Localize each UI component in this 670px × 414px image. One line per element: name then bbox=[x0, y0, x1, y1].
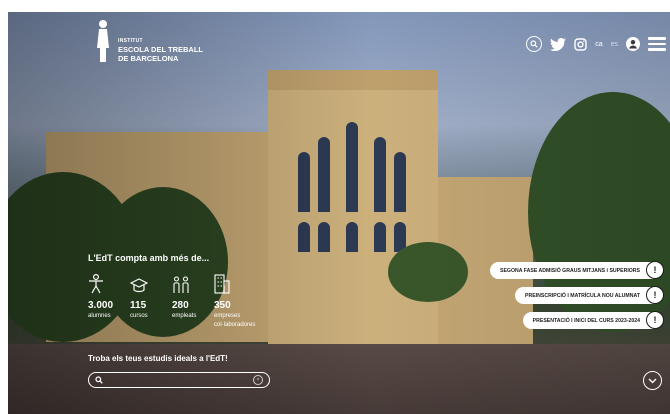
notice-admission[interactable]: SEGONA FASE ADMISIÓ GRAUS MITJANS i SUPE… bbox=[490, 261, 664, 279]
stat-label: alumnes bbox=[88, 313, 111, 319]
logo-line-institut: INSTITUT bbox=[118, 38, 143, 44]
notice-label: SEGONA FASE ADMISIÓ GRAUS MITJANS i SUPE… bbox=[500, 267, 640, 274]
stats-heading: L'EdT compta amb més de... bbox=[88, 253, 210, 263]
search-heading: Troba els teus estudis ideals a l'EdT! bbox=[88, 354, 228, 363]
study-search-input[interactable] bbox=[108, 375, 253, 385]
stats-row: 3.000 alumnes 115 cursos 280 empleats 35… bbox=[88, 272, 276, 329]
alert-icon: ! bbox=[646, 311, 664, 329]
alert-icon: ! bbox=[646, 286, 664, 304]
language-ca[interactable]: ca bbox=[595, 41, 602, 48]
stat-value: 115 bbox=[130, 300, 147, 311]
stat-label: cursos bbox=[130, 313, 148, 319]
stat-value: 280 bbox=[172, 300, 189, 311]
search-icon[interactable] bbox=[526, 36, 543, 52]
scroll-down-button[interactable] bbox=[643, 371, 662, 390]
language-es[interactable]: es bbox=[611, 41, 618, 48]
stat-value: 3.000 bbox=[88, 300, 114, 311]
header-toolbar: ca es bbox=[526, 36, 670, 52]
notice-course-start[interactable]: PRESENTACIÓ I INICI DEL CURS 2023-2024 ! bbox=[522, 311, 664, 329]
logo-line-name: ESCOLA DEL TREBALL bbox=[118, 45, 204, 54]
notice-label: PRESENTACIÓ I INICI DEL CURS 2023-2024 bbox=[532, 317, 640, 324]
stat-label: empreses bbox=[214, 313, 241, 319]
building-icon bbox=[214, 274, 230, 294]
people-icon bbox=[173, 276, 189, 293]
user-icon[interactable] bbox=[626, 37, 640, 51]
chevron-down-icon bbox=[648, 378, 657, 383]
alert-icon: ! bbox=[646, 261, 664, 279]
stat-label-2: col·laboradores bbox=[214, 322, 256, 328]
stat-value: 350 bbox=[214, 300, 231, 311]
student-icon bbox=[89, 274, 103, 294]
twitter-icon[interactable] bbox=[550, 37, 567, 51]
stat-companies: 350 empreses col·laboradores bbox=[214, 272, 274, 329]
search-icon[interactable] bbox=[95, 376, 103, 384]
stat-students: 3.000 alumnes bbox=[88, 272, 128, 329]
notice-enrollment[interactable]: PREINSCRIPCIÓ I MATRÍCULA NOU ALUMNAT ! bbox=[515, 286, 664, 304]
stat-label: empleats bbox=[172, 313, 197, 319]
menu-icon[interactable] bbox=[648, 37, 666, 51]
stat-courses: 115 cursos bbox=[130, 272, 170, 329]
instagram-icon[interactable] bbox=[574, 37, 587, 51]
statue-icon bbox=[97, 20, 109, 62]
study-search-box: × bbox=[88, 372, 270, 388]
logo-line-city: DE BARCELONA bbox=[118, 54, 179, 63]
notice-label: PREINSCRIPCIÓ I MATRÍCULA NOU ALUMNAT bbox=[525, 292, 640, 299]
graduation-cap-icon bbox=[130, 278, 148, 293]
school-logo[interactable]: INSTITUT ESCOLA DEL TREBALL DE BARCELONA bbox=[94, 18, 203, 64]
notices-list: SEGONA FASE ADMISIÓ GRAUS MITJANS i SUPE… bbox=[490, 261, 664, 329]
stat-employees: 280 empleats bbox=[172, 272, 212, 329]
clear-search-icon[interactable]: × bbox=[253, 375, 263, 385]
